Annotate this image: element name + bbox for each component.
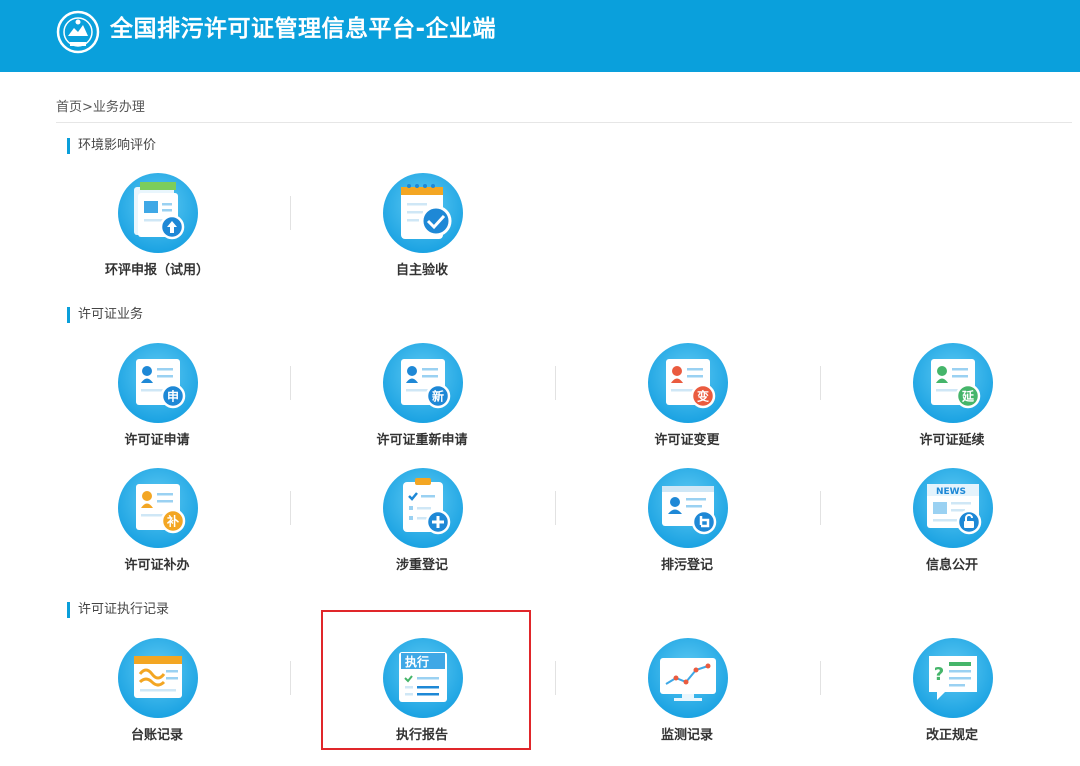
tile-permit-supplement[interactable]: 补 许可证补办	[52, 466, 262, 596]
tile-separator	[290, 491, 291, 525]
tile-separator	[555, 366, 556, 400]
tile-discharge-register[interactable]: 排污登记	[582, 466, 792, 596]
tile-separator	[820, 491, 821, 525]
breadcrumb-divider	[56, 122, 1072, 123]
tile-self-acceptance[interactable]: 自主验收	[317, 171, 527, 301]
clipboard-add-icon	[383, 468, 463, 548]
section-title-eia: 环境影响评价	[67, 138, 156, 154]
tile-permit-apply[interactable]: 申 许可证申请	[52, 341, 262, 471]
tile-label: 监测记录	[660, 728, 713, 743]
tile-separator	[555, 491, 556, 525]
eia-upload-icon	[118, 173, 198, 253]
tile-separator	[290, 366, 291, 400]
tile-permit-change[interactable]: 变 许可证变更	[582, 341, 792, 471]
tile-separator	[290, 196, 291, 230]
tile-heavy-register[interactable]: 涉重登记	[317, 466, 527, 596]
tile-label: 涉重登记	[395, 558, 448, 573]
permit-supplement-icon: 补	[118, 468, 198, 548]
tile-separator	[555, 661, 556, 695]
selection-highlight-box	[321, 610, 531, 750]
tile-label: 许可证申请	[124, 433, 190, 448]
tile-label: 排污登记	[660, 558, 713, 573]
badge-text: 申	[167, 389, 179, 404]
badge-text: 补	[166, 514, 179, 529]
tile-label: 信息公开	[925, 558, 978, 573]
tile-ledger-record[interactable]: 台账记录	[52, 636, 262, 766]
section-title-permit-execution: 许可证执行记录	[67, 602, 169, 618]
tile-permit-reapply[interactable]: 新 许可证重新申请	[317, 341, 527, 471]
ledger-book-icon	[118, 638, 198, 718]
badge-text: 延	[961, 389, 975, 404]
permit-change-icon: 变	[648, 343, 728, 423]
news-unlock-icon: NEWS	[913, 468, 993, 548]
monitor-line-chart-icon	[648, 638, 728, 718]
checklist-check-icon	[383, 173, 463, 253]
svg-text:?: ?	[934, 664, 944, 685]
section-title-permit-business: 许可证业务	[67, 307, 143, 323]
tile-permit-renew[interactable]: 延 许可证延续	[847, 341, 1057, 471]
badge-text: 变	[697, 389, 709, 404]
mee-logo-icon	[56, 10, 100, 54]
tile-label: 环评申报（试用）	[104, 263, 209, 278]
header-bar: 全国排污许可证管理信息平台-企业端	[0, 0, 1080, 72]
tile-label: 改正规定	[925, 728, 978, 743]
tile-info-public[interactable]: NEWS 信息公开	[847, 466, 1057, 596]
tile-eia-report[interactable]: 环评申报（试用）	[52, 171, 262, 301]
permit-apply-icon: 申	[118, 343, 198, 423]
breadcrumb[interactable]: 首页>业务办理	[56, 99, 145, 117]
tile-separator	[820, 661, 821, 695]
tile-label: 许可证变更	[654, 433, 720, 448]
permit-renew-icon: 延	[913, 343, 993, 423]
tile-separator	[820, 366, 821, 400]
tile-label: 台账记录	[130, 728, 183, 743]
badge-text: 新	[432, 389, 444, 404]
app-title: 全国排污许可证管理信息平台-企业端	[110, 16, 497, 42]
tile-monitor-record[interactable]: 监测记录	[582, 636, 792, 766]
news-text: NEWS	[936, 487, 966, 497]
tile-correction-rules[interactable]: ? 改正规定	[847, 636, 1057, 766]
id-card-tap-icon	[648, 468, 728, 548]
permit-reapply-icon: 新	[383, 343, 463, 423]
tile-label: 许可证重新申请	[376, 433, 468, 448]
tile-label: 许可证延续	[919, 433, 985, 448]
tile-label: 许可证补办	[124, 558, 190, 573]
question-document-icon: ?	[913, 638, 993, 718]
tile-separator	[290, 661, 291, 695]
tile-label: 自主验收	[395, 263, 448, 278]
